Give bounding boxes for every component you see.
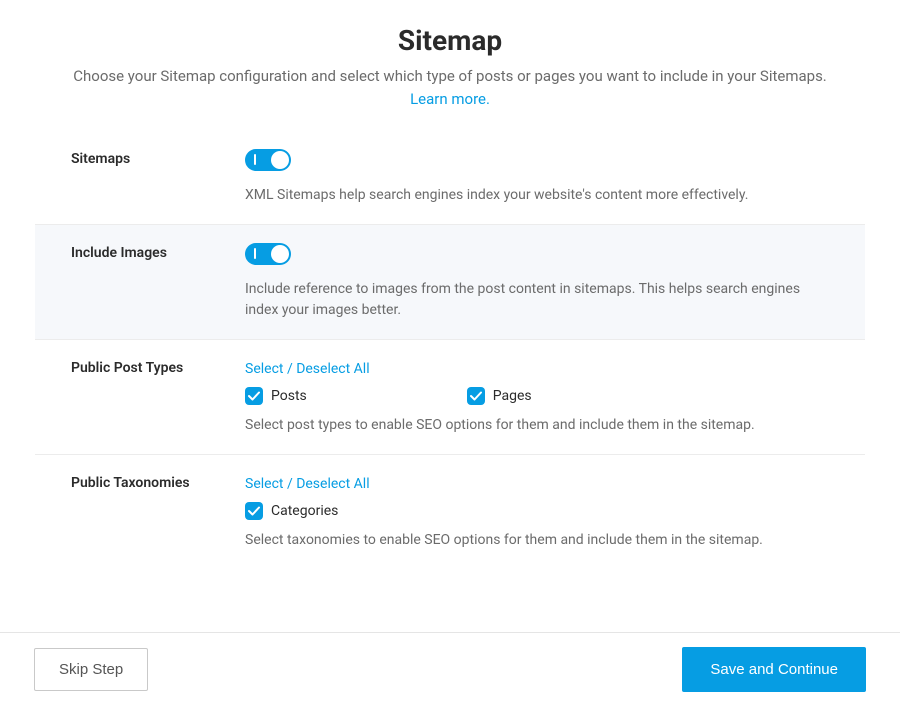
include-images-help: Include reference to images from the pos… <box>245 279 825 321</box>
sitemaps-toggle[interactable] <box>245 149 291 171</box>
posts-checkbox[interactable] <box>245 387 263 405</box>
check-icon <box>248 390 260 402</box>
save-continue-button[interactable]: Save and Continue <box>682 647 866 692</box>
check-icon <box>248 505 260 517</box>
page-description: Choose your Sitemap configuration and se… <box>60 65 840 110</box>
checkbox-item-pages: Pages <box>467 387 532 405</box>
checkbox-item-categories: Categories <box>245 502 338 520</box>
check-icon <box>470 390 482 402</box>
categories-checkbox[interactable] <box>245 502 263 520</box>
pages-checkbox-label: Pages <box>493 388 532 404</box>
section-sitemaps: Sitemaps XML Sitemaps help search engine… <box>35 131 865 225</box>
sitemaps-help: XML Sitemaps help search engines index y… <box>245 185 825 206</box>
posts-checkbox-label: Posts <box>271 388 307 404</box>
post-types-select-all-link[interactable]: Select / Deselect All <box>245 361 370 377</box>
section-label-sitemaps: Sitemaps <box>55 149 245 206</box>
learn-more-link[interactable]: Learn more. <box>410 90 490 108</box>
include-images-toggle[interactable] <box>245 243 291 265</box>
post-types-help: Select post types to enable SEO options … <box>245 415 825 436</box>
section-label-taxonomies: Public Taxonomies <box>55 473 245 551</box>
taxonomies-select-all-link[interactable]: Select / Deselect All <box>245 476 370 492</box>
taxonomies-help: Select taxonomies to enable SEO options … <box>245 530 825 551</box>
page-header: Sitemap Choose your Sitemap configuratio… <box>0 0 900 130</box>
section-public-taxonomies: Public Taxonomies Select / Deselect All … <box>35 455 865 569</box>
page-title: Sitemap <box>60 24 840 57</box>
skip-step-button[interactable]: Skip Step <box>34 648 148 691</box>
section-label-include-images: Include Images <box>55 243 245 321</box>
footer-bar: Skip Step Save and Continue <box>0 632 900 706</box>
section-label-post-types: Public Post Types <box>55 358 245 436</box>
categories-checkbox-label: Categories <box>271 503 338 519</box>
checkbox-item-posts: Posts <box>245 387 307 405</box>
section-public-post-types: Public Post Types Select / Deselect All … <box>35 340 865 455</box>
section-include-images: Include Images Include reference to imag… <box>35 225 865 340</box>
pages-checkbox[interactable] <box>467 387 485 405</box>
